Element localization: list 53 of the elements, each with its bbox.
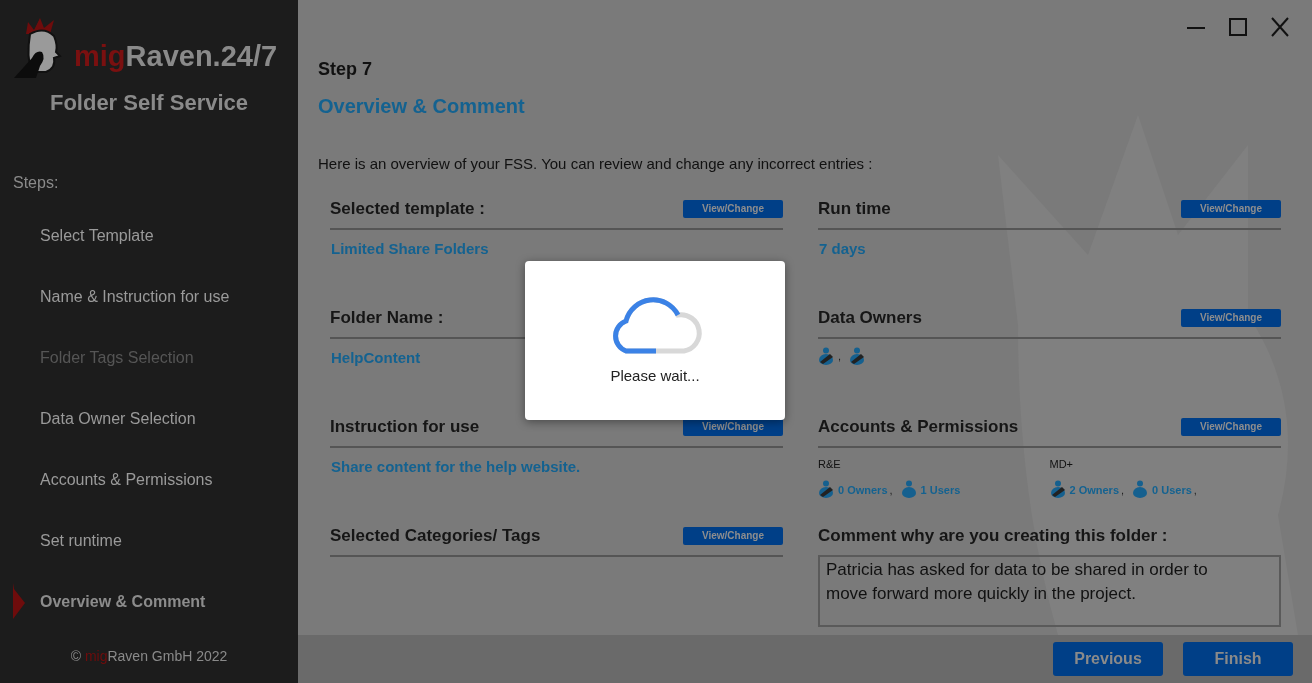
view-change-button[interactable]: View/Change: [683, 526, 783, 545]
section-value: Limited Share Folders: [330, 238, 490, 259]
page-title: Overview & Comment: [318, 94, 526, 119]
count-text: 1 Users: [920, 482, 961, 498]
owner-icon: [849, 346, 866, 365]
section-value: HelpContent: [330, 347, 422, 368]
logo-text: migRaven.24/7: [74, 38, 278, 74]
owner-icon: [1049, 480, 1066, 498]
step-item[interactable]: Accounts & Permissions: [0, 467, 213, 492]
maximize-icon[interactable]: [1228, 16, 1248, 38]
step-number: Step 7: [318, 58, 374, 81]
count-text: 0 Users: [1152, 482, 1192, 498]
section-value: Share content for the help website.: [330, 456, 582, 477]
user-icon: [1132, 480, 1149, 498]
section-title: Comment why are you creating this folder :: [818, 524, 1168, 547]
comment-field[interactable]: Patricia has asked for data to be shared in order to move forward more quickly in the project.: [818, 554, 1281, 627]
section-title: Instruction for use: [330, 415, 480, 438]
section-title: Accounts & Permissions: [818, 415, 1019, 438]
view-change-button[interactable]: View/Change: [1181, 308, 1281, 327]
section-title: Run time: [818, 197, 891, 220]
count-text: 0 Owners: [838, 482, 888, 498]
close-icon[interactable]: [1270, 16, 1290, 38]
step-item[interactable]: Set runtime: [0, 528, 122, 553]
step-item[interactable]: Select Template: [0, 223, 154, 248]
step-item: Folder Tags Selection: [39, 347, 194, 368]
section-title: Selected Categories/ Tags: [330, 524, 541, 547]
group-name: R&E: [818, 456, 842, 472]
count-text: 2 Owners: [1069, 482, 1120, 498]
separator-text: ,: [1121, 482, 1125, 498]
steps-label: Steps:: [12, 173, 60, 193]
section-title: Folder Name :: [330, 306, 444, 329]
copyright-text: © migRaven GmbH 2022: [69, 647, 229, 666]
separator-text: ,: [1193, 482, 1197, 498]
step-item[interactable]: Name & Instruction for use: [0, 284, 230, 309]
nav-button[interactable]: Previous: [1053, 642, 1163, 676]
step-item[interactable]: Data Owner Selection: [0, 406, 196, 431]
loading-message: Please wait...: [610, 366, 700, 386]
nav-button[interactable]: Finish: [1183, 642, 1293, 676]
section-value: 7 days: [818, 238, 867, 259]
view-change-button[interactable]: View/Change: [1181, 199, 1281, 218]
separator-text: ,: [838, 349, 842, 364]
active-step-marker-icon: [13, 583, 25, 619]
step-item[interactable]: Overview & Comment: [0, 589, 206, 614]
separator-text: ,: [889, 482, 893, 498]
intro-text: Here is an overview of your FSS. You can review and change any incorrect entries :: [318, 154, 874, 174]
app-title: Folder Self Service: [48, 89, 250, 117]
view-change-button[interactable]: View/Change: [683, 199, 783, 218]
owner-icon: [818, 346, 834, 365]
user-icon: [900, 480, 917, 498]
group-name: MD+: [1049, 456, 1075, 472]
section-title: Data Owners: [818, 306, 922, 329]
owner-icon: [818, 480, 834, 498]
section-title: Selected template :: [330, 197, 485, 220]
